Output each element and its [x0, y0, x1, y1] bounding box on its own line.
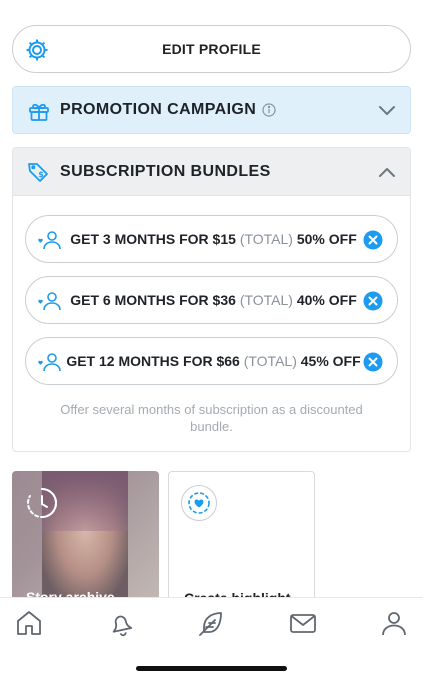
bundle-total: (TOTAL): [239, 292, 293, 308]
subscription-bundles-section: $ SUBSCRIPTION BUNDLES GET 3 MONTHS FOR …: [12, 147, 411, 452]
bundles-note: Offer several months of subscription as …: [60, 402, 363, 434]
gift-icon: [29, 103, 49, 121]
subscription-bundles-header[interactable]: $ SUBSCRIPTION BUNDLES: [13, 148, 410, 196]
bundle-text: GET 6 MONTHS FOR $36 (TOTAL) 40% OFF: [26, 292, 397, 308]
promotion-campaign-title: PROMOTION CAMPAIGN: [60, 101, 257, 118]
close-circle-icon[interactable]: [363, 352, 383, 372]
subscription-bundles-title: SUBSCRIPTION BUNDLES: [60, 163, 271, 180]
create-highlight-card[interactable]: Create highlight: [168, 471, 315, 601]
user-icon[interactable]: [379, 608, 409, 638]
heart-circle-icon: [181, 485, 217, 521]
clock-icon: [27, 488, 58, 518]
gear-icon: [26, 39, 48, 61]
bundle-total: (TOTAL): [239, 231, 293, 247]
bundle-text: GET 12 MONTHS FOR $66 (TOTAL) 45% OFF: [26, 353, 397, 369]
bundle-discount: 40% OFF: [296, 292, 357, 308]
chevron-down-icon[interactable]: [378, 103, 396, 117]
envelope-icon[interactable]: [288, 608, 318, 638]
svg-text:$: $: [38, 170, 44, 179]
bundle-item[interactable]: GET 12 MONTHS FOR $66 (TOTAL) 45% OFF: [25, 337, 398, 385]
bundle-offer: GET 3 MONTHS FOR $15: [70, 231, 236, 247]
edit-profile-label: EDIT PROFILE: [162, 41, 261, 57]
bundle-discount: 45% OFF: [300, 353, 361, 369]
close-circle-icon[interactable]: [363, 291, 383, 311]
promotion-campaign-section[interactable]: PROMOTION CAMPAIGN: [12, 86, 411, 134]
story-archive-card[interactable]: Story archive: [12, 471, 159, 601]
bundle-offer: GET 12 MONTHS FOR $66: [66, 353, 240, 369]
bundle-text: GET 3 MONTHS FOR $15 (TOTAL) 50% OFF: [26, 231, 397, 247]
feather-icon[interactable]: [196, 608, 226, 638]
bundle-item[interactable]: GET 3 MONTHS FOR $15 (TOTAL) 50% OFF: [25, 215, 398, 263]
bundle-item[interactable]: GET 6 MONTHS FOR $36 (TOTAL) 40% OFF: [25, 276, 398, 324]
bell-icon[interactable]: [106, 608, 136, 638]
tag-dollar-icon: $: [28, 163, 48, 182]
edit-profile-button[interactable]: EDIT PROFILE: [12, 25, 411, 73]
bundle-total: (TOTAL): [243, 353, 297, 369]
chevron-up-icon[interactable]: [378, 165, 396, 179]
info-icon[interactable]: [262, 103, 276, 117]
home-indicator: [136, 666, 287, 671]
home-icon[interactable]: [14, 608, 44, 638]
close-circle-icon[interactable]: [363, 230, 383, 250]
bundle-discount: 50% OFF: [296, 231, 357, 247]
bundle-offer: GET 6 MONTHS FOR $36: [70, 292, 236, 308]
